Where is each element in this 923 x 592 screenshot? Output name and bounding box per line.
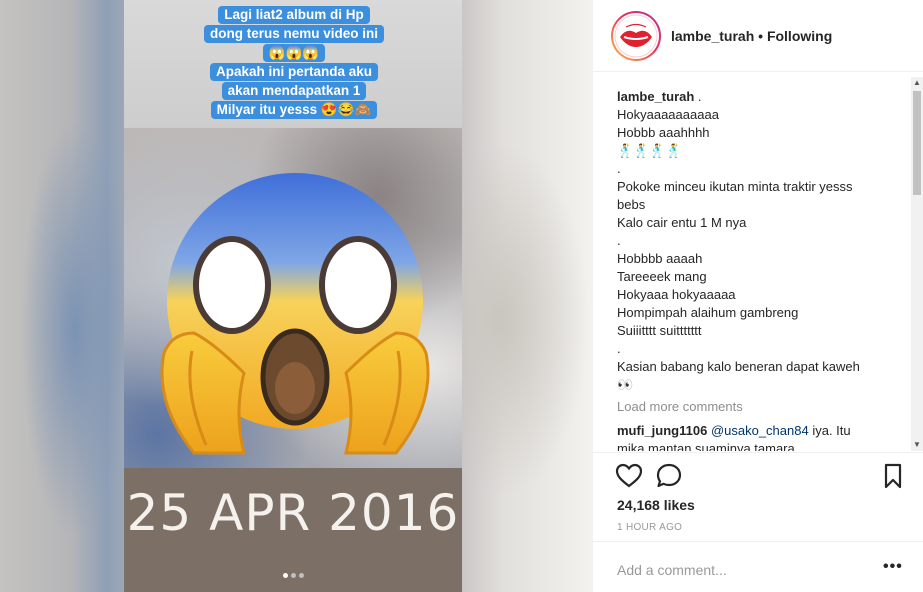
caption-text: Hokyaaa hokyaaaaa [617,287,736,302]
story-caption: Lagi liat2 album di Hp dong terus nemu v… [204,6,384,120]
comment-author[interactable]: mufi_jung1106 [617,423,707,438]
caption-line: Apakah ini pertanda aku [209,63,379,81]
add-comment-bar: Add a comment... ••• [593,541,923,592]
caption-text: . [617,341,621,356]
post-author: lambe_turah • Following [671,28,832,44]
username-link[interactable]: lambe_turah [671,28,754,44]
carousel-dot [290,573,296,578]
post-media[interactable]: Lagi liat2 album di Hp dong terus nemu v… [0,0,593,592]
story-date: 25 APR 2016 [126,484,460,542]
likes-count[interactable]: 24,168 likes [617,497,695,513]
avatar-image [613,13,659,59]
caption-text: . [694,89,702,104]
scroll-down-arrow-icon[interactable]: ▼ [911,439,923,451]
post-header: lambe_turah • Following [593,0,923,72]
scroll-up-arrow-icon[interactable]: ▲ [911,77,923,89]
scream-emoji-icon [160,173,430,455]
separator: • [754,28,767,44]
caption-text: bebs [617,197,646,212]
caption-text: 👀 [617,377,634,392]
scrollbar-thumb[interactable] [913,91,921,195]
story-screenshot: Lagi liat2 album di Hp dong terus nemu v… [124,0,462,592]
more-options-icon[interactable]: ••• [883,558,903,576]
post-timestamp: 1 HOUR AGO [617,522,683,533]
caption-line: 😱😱😱 [262,44,326,62]
bookmark-icon[interactable] [879,462,907,490]
heart-icon[interactable] [615,462,643,490]
caption-text: . [617,233,621,248]
caption-text: Hobbb aaahhhh [617,125,710,140]
caption-line: dong terus nemu video ini [204,25,384,43]
caption-first-line: lambe_turah . [617,88,902,106]
add-comment-input[interactable]: Add a comment... [617,562,727,578]
caption-text: Hompimpah alaihum gambreng [617,305,799,320]
load-more-comments-link[interactable]: Load more comments [617,398,902,416]
lips-logo-icon [614,14,658,58]
caption-text: Pokoke minceu ikutan minta traktir yesss [617,179,853,194]
blurred-background-left [20,120,130,540]
caption-owner[interactable]: lambe_turah [617,89,694,104]
caption-text: Suiiitttt suittttttt [617,323,702,338]
comments-scrollbar[interactable]: ▲ ▼ [911,77,923,451]
comment-icon[interactable] [655,462,683,490]
comments-list[interactable]: lambe_turah . Hokyaaaaaaaaaa Hobbb aaahh… [617,88,902,451]
post-details-panel: lambe_turah • Following lambe_turah . Ho… [593,0,923,592]
caption-text: Tareeeek mang [617,269,707,284]
carousel-dot-active [282,573,288,578]
comment-mention[interactable]: @usako_chan84 [711,423,809,438]
caption-line: Milyar itu yesss 😍😂🙈 [210,101,378,119]
caption-text: . [617,161,621,176]
avatar[interactable] [611,11,661,61]
caption-line: akan mendapatkan 1 [221,82,367,100]
following-button[interactable]: Following [767,28,832,44]
caption-text: Kasian babang kalo beneran dapat kaweh [617,359,860,374]
comment-text-continued: mika mantan suaminya tamara [617,441,795,451]
carousel-dots [124,573,462,578]
blurred-background-right [440,140,590,500]
caption-text: Hobbbb aaaah [617,251,703,266]
caption-text: 🕺🕺🕺🕺 [617,143,682,158]
carousel-dot [298,573,304,578]
comment-item: mufi_jung1106 @usako_chan84 iya. Itu [617,422,902,440]
caption-text: Kalo cair entu 1 M nya [617,215,747,230]
comment-text: iya. Itu [808,423,851,438]
caption-text: Hokyaaaaaaaaaa [617,107,719,122]
caption-line: Lagi liat2 album di Hp [218,6,370,24]
post-actions: 24,168 likes 1 HOUR AGO [593,452,923,550]
